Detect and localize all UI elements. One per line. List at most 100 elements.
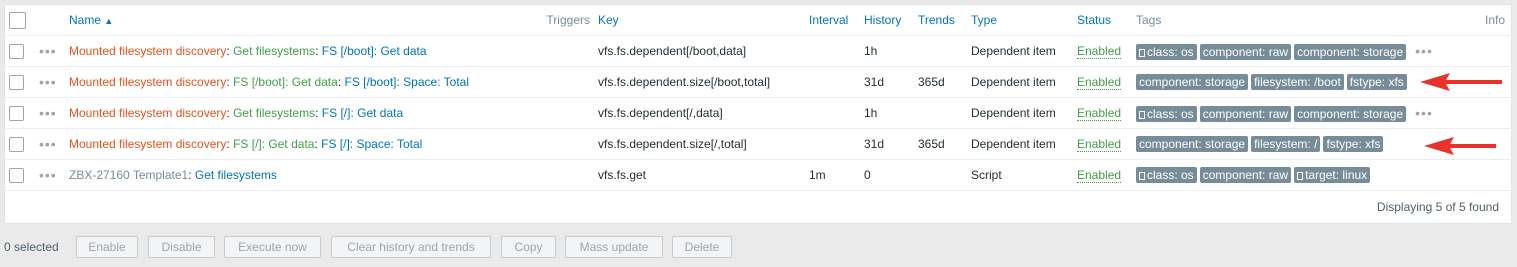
tag: component: raw xyxy=(1199,105,1292,122)
status-toggle[interactable]: Enabled xyxy=(1077,75,1122,90)
item-interval xyxy=(805,128,860,160)
row-checkbox[interactable] xyxy=(9,105,24,121)
item-interval xyxy=(805,97,860,129)
item-trends: 365d xyxy=(914,128,967,160)
tag: fstype: xfs xyxy=(1323,136,1384,152)
item-key: vfs.fs.dependent[/,data] xyxy=(594,97,805,129)
row-checkbox[interactable] xyxy=(9,167,24,183)
row-checkbox[interactable] xyxy=(9,74,24,90)
enable-button[interactable]: Enable xyxy=(76,236,138,258)
more-tags-icon[interactable]: ••• xyxy=(1415,105,1433,121)
column-interval[interactable]: Interval xyxy=(805,5,860,36)
more-actions-icon[interactable]: ••• xyxy=(39,105,57,121)
item-key: vfs.fs.dependent.size[/,total] xyxy=(594,128,805,160)
item-trends xyxy=(914,97,967,129)
column-info: Info xyxy=(1462,5,1513,36)
table-row: ••• Mounted filesystem discovery: Get fi… xyxy=(5,97,1513,129)
item-name-link[interactable]: Get filesystems xyxy=(195,168,277,182)
item-name-link[interactable]: FS [/]: Get data xyxy=(322,106,403,120)
document-icon xyxy=(1139,48,1145,57)
status-toggle[interactable]: Enabled xyxy=(1077,137,1122,152)
select-all-checkbox[interactable] xyxy=(9,11,26,29)
more-actions-icon[interactable]: ••• xyxy=(39,136,57,152)
master-item-link[interactable]: Get filesystems xyxy=(233,44,315,58)
column-trends[interactable]: Trends xyxy=(914,5,967,36)
tag: class: os xyxy=(1136,43,1197,60)
column-key[interactable]: Key xyxy=(594,5,805,36)
tag: component: storage xyxy=(1294,105,1407,122)
mass-update-button[interactable]: Mass update xyxy=(565,236,663,258)
item-key: vfs.fs.get xyxy=(594,159,805,191)
item-key: vfs.fs.dependent[/boot,data] xyxy=(594,35,805,67)
item-type: Dependent item xyxy=(967,66,1073,98)
results-count: Displaying 5 of 5 found xyxy=(1376,200,1499,214)
item-interval xyxy=(805,66,860,98)
row-checkbox[interactable] xyxy=(9,43,24,59)
clear-history-button[interactable]: Clear history and trends xyxy=(331,236,491,258)
master-item-link[interactable]: Get filesystems xyxy=(233,106,315,120)
table-header: Name ▲ Triggers Key Interval History Tre… xyxy=(5,5,1513,36)
item-trends xyxy=(914,35,967,67)
item-interval: 1m xyxy=(805,159,860,191)
tag: class: os xyxy=(1136,167,1197,183)
status-toggle[interactable]: Enabled xyxy=(1077,44,1122,59)
sort-asc-icon: ▲ xyxy=(104,16,114,26)
delete-button[interactable]: Delete xyxy=(672,236,732,258)
column-tags: Tags xyxy=(1132,5,1462,36)
table-row: ••• Mounted filesystem discovery: FS [/b… xyxy=(5,66,1513,98)
status-toggle[interactable]: Enabled xyxy=(1077,106,1122,121)
disable-button[interactable]: Disable xyxy=(148,236,215,258)
template-link[interactable]: ZBX-27160 Template1 xyxy=(69,168,188,182)
more-actions-icon[interactable]: ••• xyxy=(39,74,57,90)
item-interval xyxy=(805,35,860,67)
item-history: 0 xyxy=(860,159,914,191)
item-history: 31d xyxy=(860,66,914,98)
tag: component: raw xyxy=(1199,43,1292,60)
document-icon xyxy=(1139,110,1145,119)
tag: filesystem: / xyxy=(1251,136,1321,152)
item-type: Script xyxy=(967,159,1073,191)
master-item-link[interactable]: FS [/]: Get data xyxy=(233,137,314,151)
item-key: vfs.fs.dependent.size[/boot,total] xyxy=(594,66,805,98)
tag: component: storage xyxy=(1136,74,1249,90)
column-triggers: Triggers xyxy=(505,5,594,36)
item-name-link[interactable]: FS [/boot]: Get data xyxy=(322,44,427,58)
column-type[interactable]: Type xyxy=(967,5,1073,36)
item-name-link[interactable]: FS [/boot]: Space: Total xyxy=(344,75,469,89)
items-table: Name ▲ Triggers Key Interval History Tre… xyxy=(5,5,1513,191)
selected-count: 0 selected xyxy=(4,240,59,254)
tag: fstype: xfs xyxy=(1346,74,1407,90)
discovery-rule-link[interactable]: Mounted filesystem discovery xyxy=(69,75,226,89)
items-table-panel: Name ▲ Triggers Key Interval History Tre… xyxy=(4,4,1513,224)
status-toggle[interactable]: Enabled xyxy=(1077,168,1122,183)
item-history: 1h xyxy=(860,35,914,67)
mass-action-bar: 0 selected Enable Disable Execute now Cl… xyxy=(0,236,1517,258)
more-actions-icon[interactable]: ••• xyxy=(39,167,57,183)
tag: class: os xyxy=(1136,105,1197,122)
discovery-rule-link[interactable]: Mounted filesystem discovery xyxy=(69,137,226,151)
copy-button[interactable]: Copy xyxy=(501,236,556,258)
item-type: Dependent item xyxy=(967,128,1073,160)
tag: component: raw xyxy=(1199,167,1292,183)
item-trends xyxy=(914,159,967,191)
discovery-rule-link[interactable]: Mounted filesystem discovery xyxy=(69,106,226,120)
column-name[interactable]: Name ▲ xyxy=(65,5,505,36)
master-item-link[interactable]: FS [/boot]: Get data xyxy=(233,75,338,89)
more-actions-icon[interactable]: ••• xyxy=(39,43,57,59)
item-history: 1h xyxy=(860,97,914,129)
document-icon xyxy=(1297,172,1304,180)
annotation-arrow-icon xyxy=(1420,73,1502,91)
column-status[interactable]: Status xyxy=(1073,5,1132,36)
row-checkbox[interactable] xyxy=(9,136,24,152)
table-row: ••• Mounted filesystem discovery: Get fi… xyxy=(5,35,1513,67)
more-tags-icon[interactable]: ••• xyxy=(1415,43,1433,59)
item-name-link[interactable]: FS [/]: Space: Total xyxy=(321,137,422,151)
tag: component: storage xyxy=(1136,136,1249,152)
discovery-rule-link[interactable]: Mounted filesystem discovery xyxy=(69,44,226,58)
item-type: Dependent item xyxy=(967,97,1073,129)
execute-now-button[interactable]: Execute now xyxy=(224,236,321,258)
item-history: 31d xyxy=(860,128,914,160)
tag: component: storage xyxy=(1294,43,1407,60)
document-icon xyxy=(1139,172,1145,180)
column-history[interactable]: History xyxy=(860,5,914,36)
